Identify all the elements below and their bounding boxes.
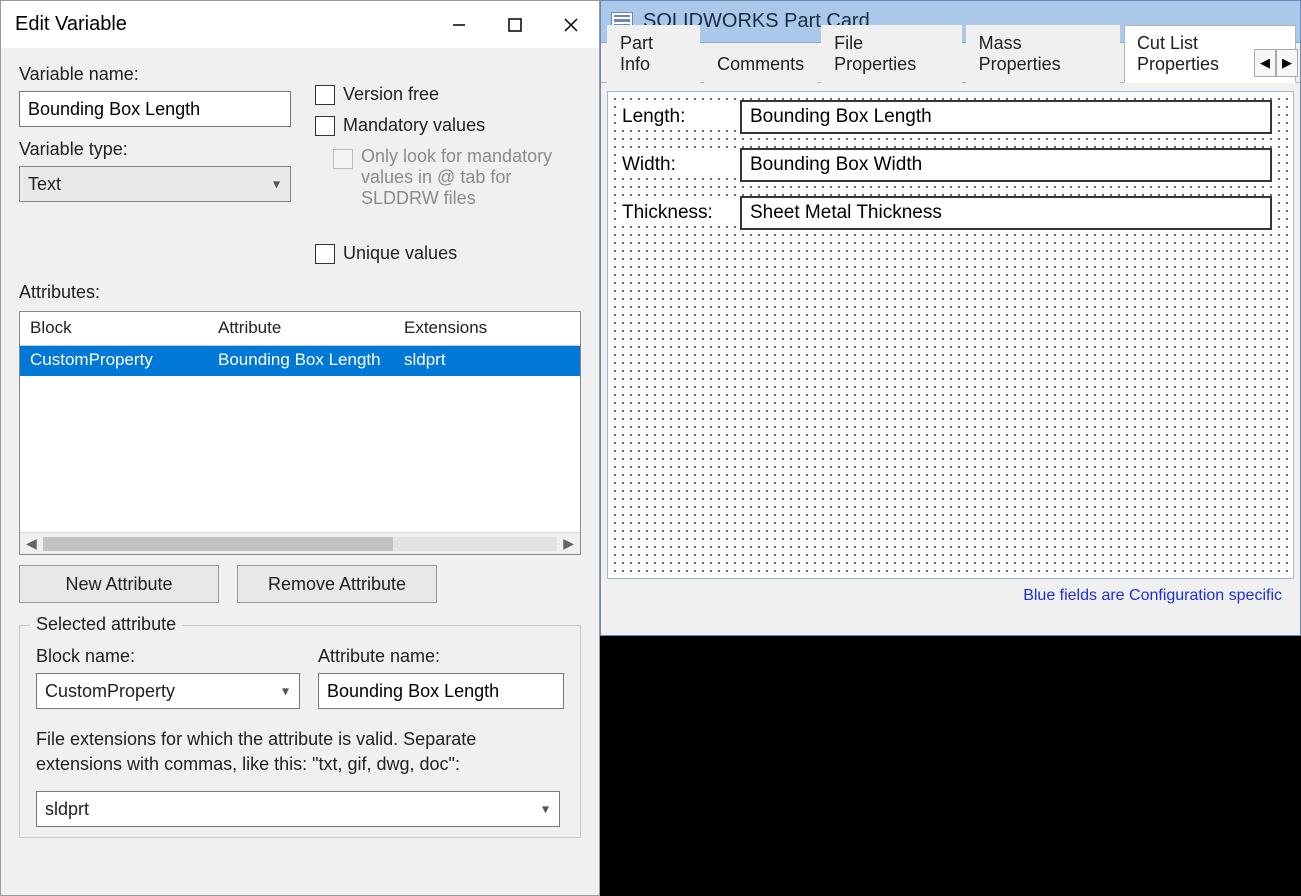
cell-attribute: Bounding Box Length: [208, 346, 394, 376]
grid-row[interactable]: CustomProperty Bounding Box Length sldpr…: [20, 346, 580, 376]
minimize-button[interactable]: [431, 1, 487, 48]
tab-scroll-right[interactable]: ▶: [1276, 49, 1298, 77]
checkbox-icon: [315, 85, 335, 105]
card-designer-canvas[interactable]: Length: Bounding Box Length Width: Bound…: [607, 91, 1294, 579]
length-label: Length:: [618, 104, 740, 130]
tab-file-properties[interactable]: File Properties: [821, 25, 961, 83]
edit-variable-dialog: Edit Variable Variable name: Variable ty…: [0, 0, 600, 896]
scroll-track[interactable]: [43, 537, 557, 551]
length-input[interactable]: Bounding Box Length: [740, 100, 1272, 134]
part-card-window: SOLIDWORKS Part Card Part Info Comments …: [600, 0, 1301, 636]
mandatory-subnote-row: Only look for mandatory values in @ tab …: [333, 146, 581, 209]
tab-mass-properties[interactable]: Mass Properties: [966, 25, 1120, 83]
tab-strip: Part Info Comments File Properties Mass …: [601, 43, 1300, 83]
tab-comments[interactable]: Comments: [704, 46, 817, 83]
variable-type-label: Variable type:: [19, 139, 291, 160]
attributes-label: Attributes:: [19, 282, 100, 302]
maximize-button[interactable]: [487, 1, 543, 48]
thickness-label: Thickness:: [618, 200, 740, 226]
mandatory-values-label: Mandatory values: [343, 115, 485, 136]
cell-block: CustomProperty: [20, 346, 208, 376]
unique-values-checkbox-row[interactable]: Unique values: [315, 243, 581, 264]
selected-attribute-legend: Selected attribute: [30, 614, 182, 635]
col-attribute: Attribute: [208, 312, 394, 345]
config-specific-note: Blue fields are Configuration specific: [1023, 587, 1282, 605]
remove-attribute-button[interactable]: Remove Attribute: [237, 565, 437, 603]
width-label: Width:: [618, 152, 740, 178]
extensions-note: File extensions for which the attribute …: [36, 727, 564, 777]
version-free-checkbox-row[interactable]: Version free: [315, 84, 581, 105]
attributes-grid[interactable]: Block Attribute Extensions CustomPropert…: [19, 311, 581, 555]
thickness-input[interactable]: Sheet Metal Thickness: [740, 196, 1272, 230]
attribute-name-input[interactable]: [318, 673, 564, 709]
mandatory-values-checkbox-row[interactable]: Mandatory values: [315, 115, 581, 136]
chevron-down-icon: ▾: [542, 801, 549, 818]
col-block: Block: [20, 312, 208, 345]
scroll-thumb[interactable]: [43, 537, 393, 551]
chevron-down-icon: ▾: [282, 683, 289, 700]
field-row-width: Width: Bounding Box Width: [618, 148, 1272, 182]
field-row-length: Length: Bounding Box Length: [618, 100, 1272, 134]
col-extensions: Extensions: [394, 312, 580, 345]
block-name-label: Block name:: [36, 646, 300, 667]
block-name-combo[interactable]: CustomProperty ▾: [36, 673, 300, 709]
checkbox-icon: [315, 244, 335, 264]
selected-attribute-group: Selected attribute Block name: CustomPro…: [19, 625, 581, 838]
new-attribute-button[interactable]: New Attribute: [19, 565, 219, 603]
mandatory-note: Only look for mandatory values in @ tab …: [361, 146, 571, 209]
cell-extensions: sldprt: [394, 346, 580, 376]
grid-scrollbar[interactable]: ◀ ▶: [20, 532, 580, 554]
extensions-value: sldprt: [45, 799, 89, 820]
checkbox-icon: [315, 116, 335, 136]
unique-values-label: Unique values: [343, 243, 457, 264]
dialog-title: Edit Variable: [15, 13, 431, 36]
grid-empty-area: [20, 376, 580, 532]
tab-part-info[interactable]: Part Info: [607, 25, 700, 83]
chevron-down-icon: ▾: [273, 176, 280, 193]
variable-type-combo[interactable]: Text ▾: [19, 166, 291, 202]
form-area: Length: Bounding Box Length Width: Bound…: [618, 100, 1272, 244]
version-free-label: Version free: [343, 84, 439, 105]
scroll-right-icon[interactable]: ▶: [563, 535, 574, 552]
tab-scroll-left[interactable]: ◀: [1254, 49, 1276, 77]
width-input[interactable]: Bounding Box Width: [740, 148, 1272, 182]
close-button[interactable]: [543, 1, 599, 48]
scroll-left-icon[interactable]: ◀: [26, 535, 37, 552]
checkbox-icon: [333, 149, 353, 169]
block-name-value: CustomProperty: [45, 681, 175, 702]
attribute-name-label: Attribute name:: [318, 646, 564, 667]
titlebar: Edit Variable: [1, 1, 599, 48]
variable-name-input[interactable]: [19, 91, 291, 127]
variable-name-label: Variable name:: [19, 64, 291, 85]
variable-type-value: Text: [28, 174, 61, 195]
extensions-combo[interactable]: sldprt ▾: [36, 791, 560, 827]
tab-nav: ◀ ▶: [1254, 49, 1298, 77]
field-row-thickness: Thickness: Sheet Metal Thickness: [618, 196, 1272, 230]
grid-header: Block Attribute Extensions: [20, 312, 580, 346]
